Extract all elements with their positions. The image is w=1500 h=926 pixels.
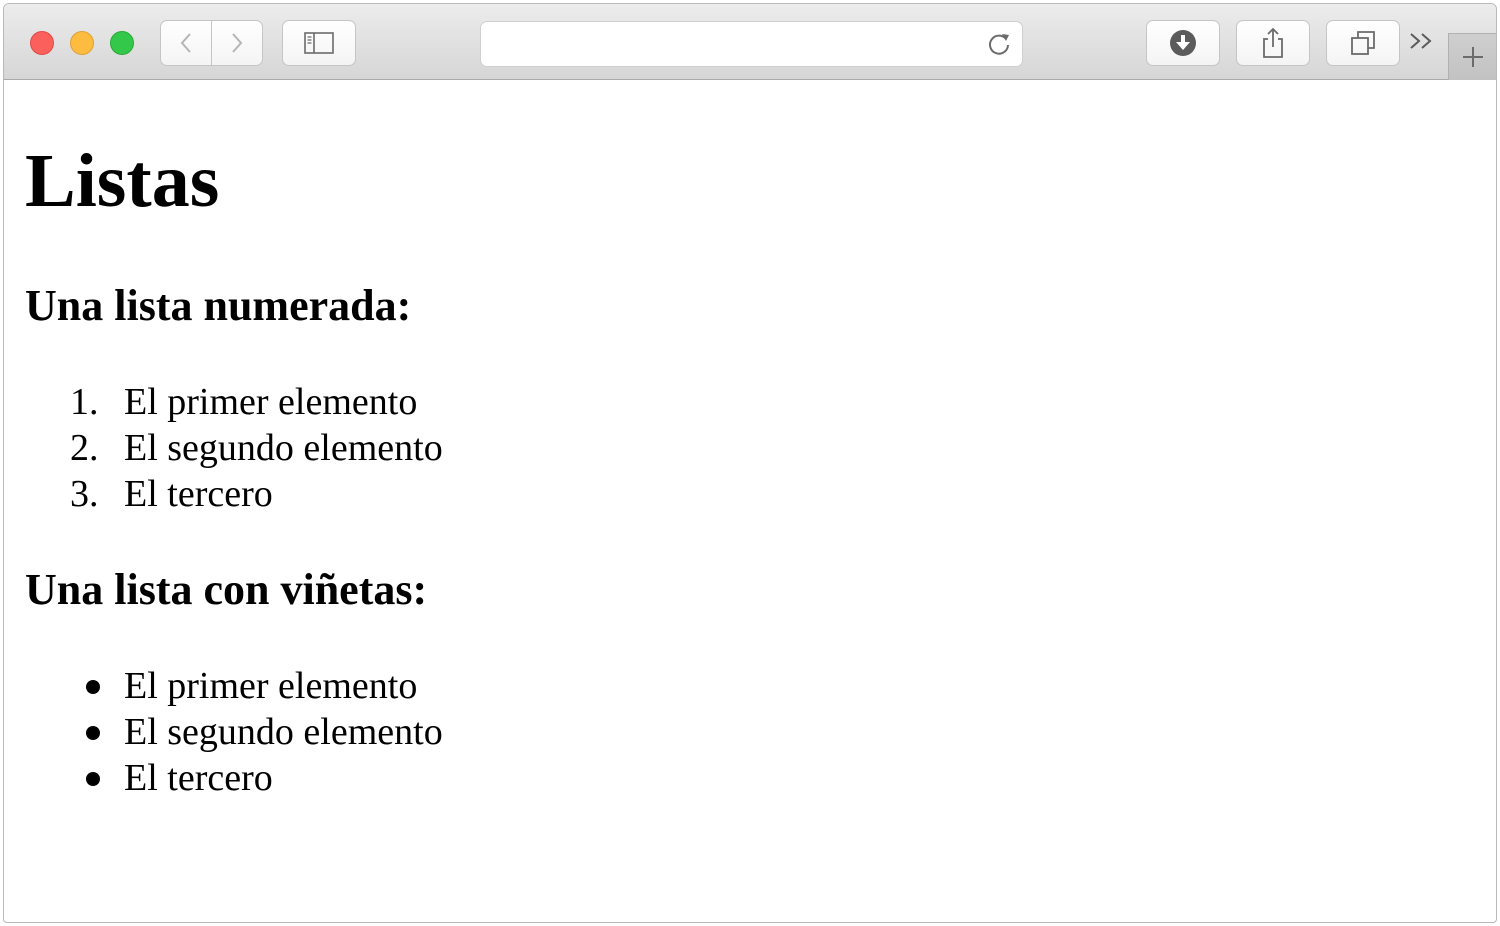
page-title: Listas	[25, 139, 220, 223]
unordered-list-heading: Una lista con viñetas:	[25, 565, 428, 614]
bullet-icon	[86, 680, 100, 694]
address-bar[interactable]	[480, 21, 1023, 67]
bullet-icon	[86, 772, 100, 786]
zoom-window-button[interactable]	[110, 31, 134, 55]
reload-icon	[989, 34, 1009, 55]
list-item-text: El tercero	[124, 473, 273, 515]
list-item-text: El primer elemento	[124, 665, 418, 707]
page-content: Listas Una lista numerada: 1. El primer …	[4, 80, 1496, 922]
browser-toolbar	[4, 4, 1496, 80]
chevron-right-icon	[232, 33, 243, 53]
browser-window: Listas Una lista numerada: 1. El primer …	[3, 3, 1497, 923]
back-button[interactable]	[161, 21, 211, 65]
more-toolbar-items-button[interactable]	[1408, 26, 1436, 61]
new-tab-button[interactable]	[1448, 33, 1496, 80]
list-number: 1.	[70, 381, 99, 423]
downloads-button[interactable]	[1146, 20, 1220, 66]
navigation-buttons	[160, 20, 263, 66]
reload-button[interactable]	[986, 31, 1012, 62]
share-icon	[1263, 27, 1283, 58]
list-item-text: El primer elemento	[124, 381, 418, 423]
download-icon	[1170, 30, 1196, 56]
ordered-list-heading: Una lista numerada:	[25, 281, 412, 330]
double-chevron-right-icon	[1410, 33, 1432, 49]
list-item-text: El tercero	[124, 757, 273, 799]
tabs-overview-icon	[1351, 31, 1375, 55]
share-button[interactable]	[1236, 20, 1310, 66]
forward-button[interactable]	[211, 21, 262, 65]
tabs-overview-button[interactable]	[1326, 20, 1400, 66]
chevron-left-icon	[180, 33, 191, 53]
bullet-icon	[86, 726, 100, 740]
close-window-button[interactable]	[30, 31, 54, 55]
list-item-text: El segundo elemento	[124, 711, 443, 753]
minimize-window-button[interactable]	[70, 31, 94, 55]
list-item-text: El segundo elemento	[124, 427, 443, 469]
list-number: 2.	[70, 427, 99, 469]
plus-icon	[1462, 47, 1483, 67]
sidebar-icon	[304, 32, 334, 54]
sidebar-button[interactable]	[282, 20, 356, 66]
list-number: 3.	[70, 473, 99, 515]
